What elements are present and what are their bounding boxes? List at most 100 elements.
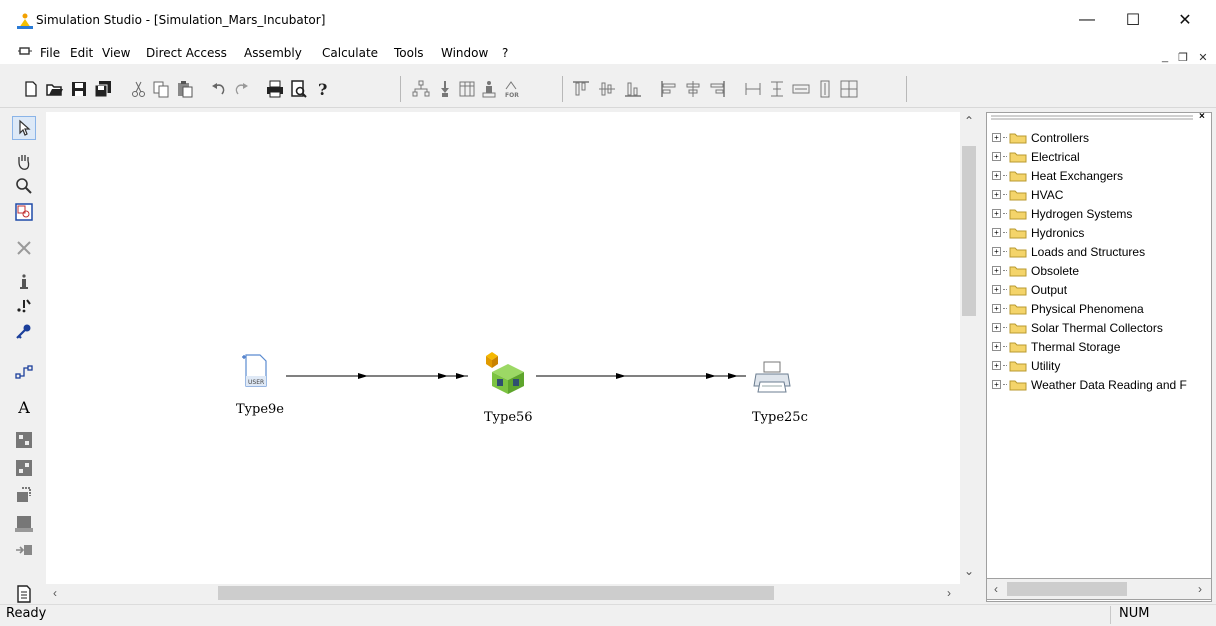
export-icon[interactable] bbox=[14, 486, 34, 506]
scroll-left-arrow-icon[interactable]: ‹ bbox=[46, 584, 64, 602]
document-icon[interactable] bbox=[14, 584, 34, 604]
tree-item-utility[interactable]: + Utility bbox=[992, 356, 1060, 375]
tree-item-hvac[interactable]: + HVAC bbox=[992, 185, 1063, 204]
link-icon[interactable] bbox=[14, 296, 34, 316]
align-bottom-icon[interactable] bbox=[624, 80, 642, 98]
align-center-icon[interactable] bbox=[598, 80, 616, 98]
undo-icon[interactable] bbox=[210, 80, 228, 98]
plugin-icon[interactable] bbox=[14, 540, 34, 560]
macro-icon[interactable] bbox=[412, 80, 430, 98]
import-icon[interactable] bbox=[436, 80, 454, 98]
info-icon[interactable] bbox=[14, 272, 34, 292]
key-icon[interactable] bbox=[14, 322, 34, 342]
component-label-type25c[interactable]: Type25c bbox=[752, 410, 808, 425]
menu-help[interactable]: ? bbox=[502, 46, 508, 60]
panel-scroll-left-arrow-icon[interactable]: ‹ bbox=[987, 580, 1005, 598]
zoom-box-icon[interactable] bbox=[14, 202, 34, 222]
panel-scroll-right-arrow-icon[interactable]: › bbox=[1191, 580, 1209, 598]
save-icon[interactable] bbox=[70, 80, 88, 98]
table-icon[interactable] bbox=[458, 80, 476, 98]
align-left-icon[interactable] bbox=[660, 80, 678, 98]
expand-icon[interactable]: + bbox=[992, 380, 1001, 389]
diagram-canvas[interactable]: USER Type9e Type56 Type25c bbox=[46, 112, 960, 584]
text-tool-icon[interactable]: A bbox=[14, 398, 34, 418]
tree-item-hydrogen-systems[interactable]: + Hydrogen Systems bbox=[992, 204, 1132, 223]
mdi-document-icon[interactable] bbox=[18, 47, 32, 57]
canvas-vertical-scrollbar[interactable]: ⌃ ⌄ bbox=[960, 112, 978, 584]
expand-icon[interactable]: + bbox=[992, 228, 1001, 237]
mdi-close-button[interactable]: ✕ bbox=[1196, 50, 1210, 64]
menu-view[interactable]: View bbox=[102, 46, 130, 60]
menu-window[interactable]: Window bbox=[441, 46, 488, 60]
space-vertical-icon[interactable] bbox=[816, 80, 834, 98]
horizontal-scroll-thumb[interactable] bbox=[218, 586, 774, 600]
tree-item-thermal-storage[interactable]: + Thermal Storage bbox=[992, 337, 1120, 356]
scroll-up-arrow-icon[interactable]: ⌃ bbox=[960, 112, 978, 130]
tree-item-obsolete[interactable]: + Obsolete bbox=[992, 261, 1079, 280]
pointer-icon[interactable] bbox=[14, 118, 34, 138]
tree-item-physical-phenomena[interactable]: + Physical Phenomena bbox=[992, 299, 1144, 318]
expand-icon[interactable]: + bbox=[992, 361, 1001, 370]
scroll-down-arrow-icon[interactable]: ⌄ bbox=[960, 562, 978, 580]
component2-icon[interactable] bbox=[14, 458, 34, 478]
tree-item-output[interactable]: + Output bbox=[992, 280, 1067, 299]
printer-icon[interactable] bbox=[752, 360, 792, 394]
tree-item-loads-and-structures[interactable]: + Loads and Structures bbox=[992, 242, 1145, 261]
expand-icon[interactable]: + bbox=[992, 323, 1001, 332]
expand-icon[interactable]: + bbox=[992, 209, 1001, 218]
minimize-button[interactable]: — bbox=[1064, 0, 1110, 40]
copy-icon[interactable] bbox=[152, 80, 170, 98]
save-all-icon[interactable] bbox=[94, 80, 112, 98]
delete-icon[interactable] bbox=[14, 238, 34, 258]
macro-component-icon[interactable] bbox=[14, 514, 34, 534]
space-grid-icon[interactable] bbox=[840, 80, 858, 98]
tree-item-hydronics[interactable]: + Hydronics bbox=[992, 223, 1084, 242]
hand-icon[interactable] bbox=[14, 152, 34, 172]
menu-tools[interactable]: Tools bbox=[394, 46, 424, 60]
expand-icon[interactable]: + bbox=[992, 304, 1001, 313]
menu-direct-access[interactable]: Direct Access bbox=[146, 46, 227, 60]
align-top-icon[interactable] bbox=[572, 80, 590, 98]
tree-item-solar-thermal-collectors[interactable]: + Solar Thermal Collectors bbox=[992, 318, 1163, 337]
print-icon[interactable] bbox=[266, 80, 284, 98]
redo-icon[interactable] bbox=[232, 80, 250, 98]
component-icon[interactable] bbox=[14, 430, 34, 450]
user-file-icon[interactable]: USER bbox=[240, 354, 268, 388]
cut-icon[interactable] bbox=[130, 80, 148, 98]
expand-icon[interactable]: + bbox=[992, 266, 1001, 275]
mdi-minimize-button[interactable]: _ bbox=[1158, 50, 1172, 64]
same-width-icon[interactable] bbox=[744, 80, 762, 98]
expand-icon[interactable]: + bbox=[992, 171, 1001, 180]
expand-icon[interactable]: + bbox=[992, 247, 1001, 256]
print-preview-icon[interactable] bbox=[290, 80, 308, 98]
component-label-type56[interactable]: Type56 bbox=[484, 410, 533, 425]
expand-icon[interactable]: + bbox=[992, 152, 1001, 161]
canvas-horizontal-scrollbar[interactable]: ‹ › bbox=[46, 584, 960, 602]
connect-icon[interactable] bbox=[14, 362, 34, 382]
zoom-icon[interactable] bbox=[14, 176, 34, 196]
figure-icon[interactable] bbox=[480, 80, 498, 98]
tree-item-heat-exchangers[interactable]: + Heat Exchangers bbox=[992, 166, 1123, 185]
paste-icon[interactable] bbox=[176, 80, 194, 98]
menu-assembly[interactable]: Assembly bbox=[244, 46, 302, 60]
close-button[interactable]: ✕ bbox=[1162, 0, 1208, 40]
new-icon[interactable] bbox=[22, 80, 40, 98]
vertical-scroll-thumb[interactable] bbox=[962, 146, 976, 316]
expand-icon[interactable]: + bbox=[992, 285, 1001, 294]
menu-calculate[interactable]: Calculate bbox=[322, 46, 378, 60]
scroll-right-arrow-icon[interactable]: › bbox=[940, 584, 958, 602]
menu-edit[interactable]: Edit bbox=[70, 46, 93, 60]
component-label-type9e[interactable]: Type9e bbox=[236, 402, 284, 417]
menu-file[interactable]: File bbox=[40, 46, 60, 60]
tree-item-weather-data-reading[interactable]: + Weather Data Reading and F bbox=[992, 375, 1187, 394]
open-icon[interactable] bbox=[46, 80, 64, 98]
expand-icon[interactable]: + bbox=[992, 190, 1001, 199]
for-icon[interactable]: FOR bbox=[502, 80, 520, 98]
expand-icon[interactable]: + bbox=[992, 133, 1001, 142]
same-size-icon[interactable] bbox=[792, 80, 810, 98]
align-right-icon[interactable] bbox=[708, 80, 726, 98]
mdi-restore-button[interactable]: ❐ bbox=[1176, 50, 1190, 64]
same-height-icon[interactable] bbox=[768, 80, 786, 98]
align-middle-icon[interactable] bbox=[684, 80, 702, 98]
maximize-button[interactable]: ☐ bbox=[1110, 0, 1156, 40]
